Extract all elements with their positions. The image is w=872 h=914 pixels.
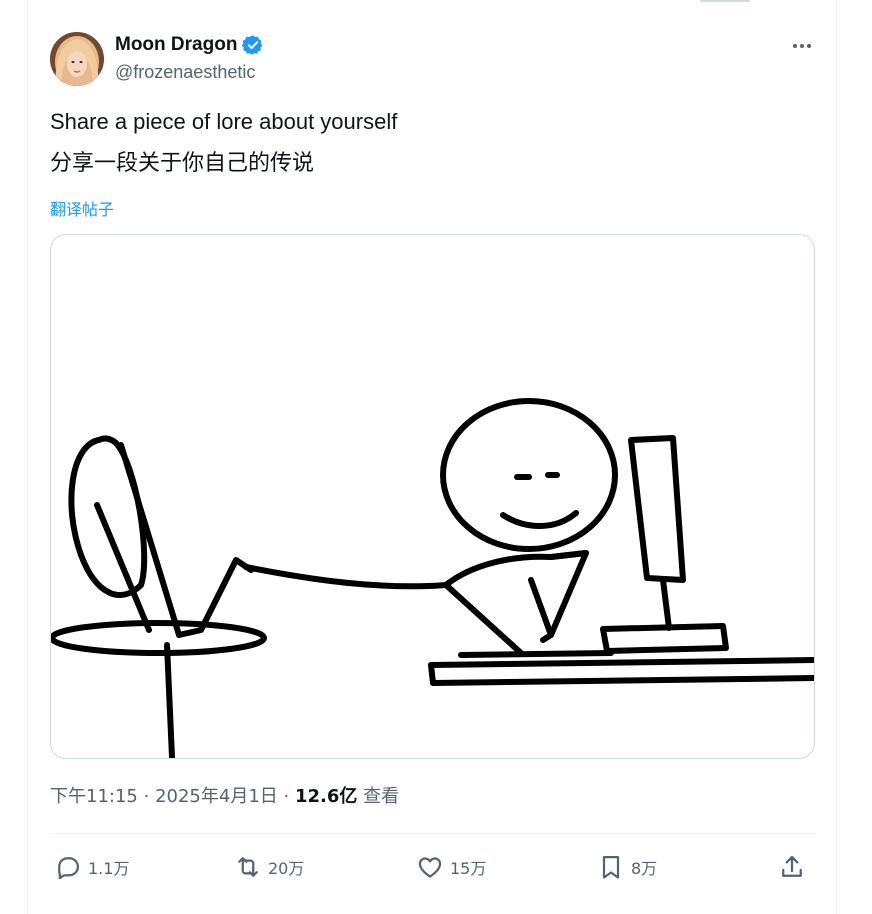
top-divider [700, 0, 750, 2]
display-name[interactable]: Moon Dragon [115, 33, 237, 57]
tweet-date[interactable]: 2025年4月1日 [155, 786, 278, 807]
reply-icon [58, 857, 80, 880]
tweet-text: Share a piece of lore about yourself [50, 109, 398, 134]
meta-separator: · [283, 786, 290, 807]
column-border-left [27, 0, 28, 914]
column-border-right [836, 0, 837, 914]
more-icon[interactable] [786, 30, 818, 62]
views-label: 查看 [363, 786, 400, 807]
divider [50, 833, 816, 834]
like-icon [418, 857, 442, 878]
tweet-meta: 下午11:15 · 2025年4月1日 · 12.6亿 查看 [50, 785, 399, 809]
bookmark-button[interactable]: 8万 [597, 848, 657, 886]
bookmark-icon [602, 855, 620, 879]
retweet-count: 20万 [268, 859, 305, 878]
translate-post-link[interactable]: 翻译帖子 [50, 196, 114, 220]
share-icon [782, 855, 802, 877]
reply-count: 1.1万 [88, 859, 130, 878]
share-button[interactable] [778, 848, 806, 886]
like-button[interactable]: 15万 [416, 848, 486, 886]
avatar[interactable] [50, 32, 104, 86]
handle[interactable]: @frozenaesthetic [115, 61, 255, 83]
reply-button[interactable]: 1.1万 [54, 848, 129, 886]
media-image[interactable] [50, 234, 815, 759]
views-count: 12.6亿 [295, 786, 358, 807]
verified-badge-icon[interactable] [242, 34, 264, 56]
tweet-time[interactable]: 下午11:15 [50, 786, 138, 807]
action-bar: 1.1万 20万 15万 8万 [50, 848, 816, 886]
like-count: 15万 [450, 859, 487, 878]
retweet-button[interactable]: 20万 [234, 848, 304, 886]
bookmark-count: 8万 [631, 859, 658, 878]
meta-separator: · [143, 786, 150, 807]
retweet-icon [238, 857, 258, 877]
tweet-text-cn: 分享一段关于你自己的传说 [50, 151, 315, 176]
